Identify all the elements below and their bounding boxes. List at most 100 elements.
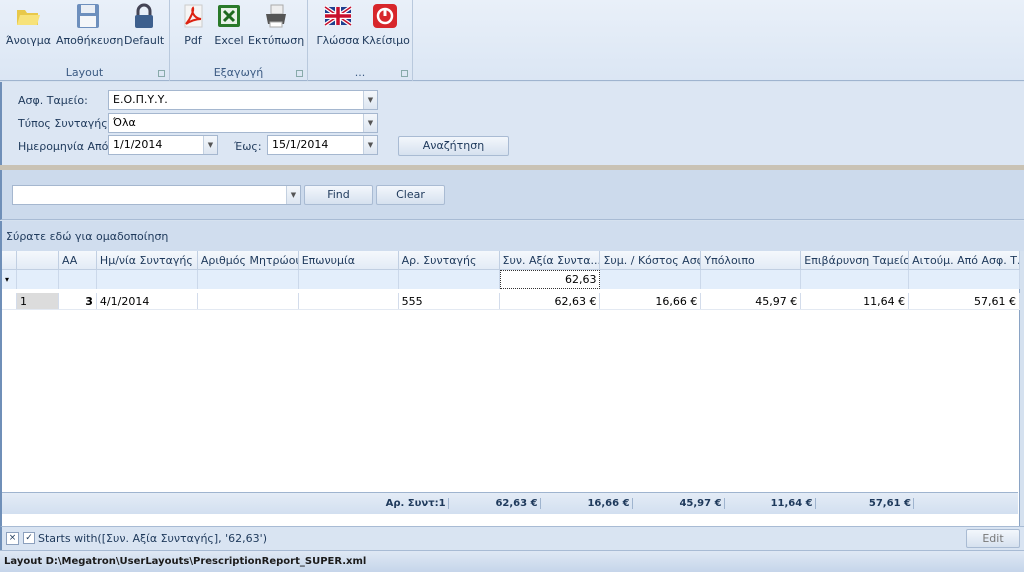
column-header[interactable]: Συμ. / Κόστος Ασφ.	[600, 251, 702, 270]
filter-text[interactable]: Starts with([Συν. Αξία Συνταγής], '62,63…	[38, 532, 267, 545]
filter-cell[interactable]	[398, 270, 500, 289]
column-header[interactable]: Ημ/νία Συνταγής	[96, 251, 198, 270]
footer-value: Αρ. Συντ:1	[386, 498, 449, 509]
footer-value: 45,97 €	[679, 498, 725, 509]
footer-count: Αρ. Συντ:1	[2, 493, 452, 514]
clear-button[interactable]: Clear	[376, 185, 445, 205]
row-indicator[interactable]	[2, 293, 17, 309]
search-button[interactable]: Αναζήτηση	[398, 136, 509, 156]
filter-cell[interactable]	[96, 270, 198, 289]
table-cell: 3	[59, 293, 97, 309]
excel-button[interactable]: Excel	[212, 2, 246, 47]
column-header[interactable]: Επιβάρυνση Ταμείου	[801, 251, 910, 270]
group-label: Εξαγωγή	[213, 66, 264, 79]
dialog-launcher-icon[interactable]	[158, 70, 165, 77]
filter-row-icon: ▾	[2, 270, 17, 289]
find-input[interactable]: ▼	[12, 185, 301, 205]
table-cell: 4/1/2014	[97, 293, 198, 309]
date-from-label: Ημερομηνία Από:	[18, 140, 113, 153]
close-button[interactable]: Κλείσιμο	[362, 2, 410, 47]
group-panel-text: Σύρατε εδώ για ομαδοποίηση	[6, 230, 169, 243]
ribbon: Άνοιγμα Αποθήκευση Default Layout Pdf Ex…	[0, 0, 1024, 81]
column-header[interactable]	[16, 251, 59, 270]
column-header[interactable]: Υπόλοιπο	[701, 251, 802, 270]
filter-cell[interactable]: 62,63	[499, 270, 601, 289]
default-button[interactable]: Default	[124, 2, 164, 47]
grid-header-row: AA Ημ/νία Συνταγής Αριθμός Μητρώου Επωνυμία…	[2, 251, 1021, 270]
pdf-button[interactable]: Pdf	[178, 2, 208, 47]
date-to-value: 15/1/2014	[272, 138, 329, 151]
ribbon-group-layout: Άνοιγμα Αποθήκευση Default Layout	[0, 0, 170, 81]
table-cell: 16,66 €	[600, 293, 702, 309]
column-header[interactable]: Συν. Αξία Συντα...	[499, 251, 601, 270]
filter-bar: × ✓ Starts with([Συν. Αξία Συνταγής], '6…	[0, 526, 1024, 562]
edit-filter-button[interactable]: Edit Filter	[966, 529, 1020, 562]
footer-value: 62,63 €	[495, 498, 541, 509]
ribbon-group-misc: Γλώσσα Κλείσιμο ...	[308, 0, 413, 81]
fund-label: Ασφ. Ταμείο:	[18, 94, 88, 107]
type-combo[interactable]: Όλα ▼	[108, 113, 378, 133]
footer-value: 16,66 €	[587, 498, 633, 509]
open-button[interactable]: Άνοιγμα	[6, 2, 51, 47]
close-filter-icon[interactable]: ×	[6, 532, 19, 545]
date-to-input[interactable]: 15/1/2014 ▼	[267, 135, 378, 155]
chevron-down-icon[interactable]: ▼	[363, 136, 377, 154]
chevron-down-icon[interactable]: ▼	[363, 114, 377, 132]
footer-total	[917, 493, 1018, 514]
table-cell: 57,61 €	[909, 293, 1021, 309]
footer-total: 16,66 €	[544, 493, 636, 514]
printer-icon	[266, 4, 286, 28]
column-header[interactable]: Αιτούμ. Από Ασφ. Τ...	[909, 251, 1021, 270]
date-from-input[interactable]: 1/1/2014 ▼	[108, 135, 218, 155]
filter-cell[interactable]	[701, 270, 802, 289]
auto-filter-row: ▾ 62,63	[2, 270, 1021, 289]
floppy-save-icon	[77, 4, 99, 28]
fund-value: Ε.Ο.Π.Υ.Υ.	[113, 93, 168, 106]
filter-cell[interactable]	[600, 270, 702, 289]
footer-total: 11,64 €	[728, 493, 819, 514]
find-panel: ▼ Find Clear	[0, 170, 1024, 220]
chevron-down-icon[interactable]: ▼	[203, 136, 217, 154]
group-by-panel[interactable]: Σύρατε εδώ για ομαδοποίηση	[0, 221, 1024, 251]
type-label: Τύπος Συνταγής:	[18, 117, 112, 130]
status-bar: Layout D:\Megatron\UserLayouts\Prescript…	[0, 550, 1024, 572]
ribbon-group-export: Pdf Excel Εκτύπωση Εξαγωγή	[170, 0, 308, 81]
date-from-value: 1/1/2014	[113, 138, 163, 151]
grid-footer: Αρ. Συντ:1 62,63 € 16,66 € 45,97 € 11,64 € 57…	[2, 492, 1018, 514]
header-indicator	[2, 251, 17, 270]
save-button[interactable]: Αποθήκευση	[56, 2, 123, 47]
filter-cell[interactable]	[298, 270, 399, 289]
pdf-icon	[184, 4, 203, 28]
filter-cell[interactable]	[909, 270, 1021, 289]
filter-enabled-checkbox[interactable]: ✓	[23, 532, 35, 544]
fund-combo[interactable]: Ε.Ο.Π.Υ.Υ. ▼	[108, 90, 378, 110]
table-cell: 45,97 €	[701, 293, 802, 309]
type-value: Όλα	[113, 116, 136, 129]
table-row[interactable]: 1 3 4/1/2014 555 62,63 €16,66 €45,97 €11,64 …	[2, 293, 1021, 310]
footer-total: 57,61 €	[819, 493, 917, 514]
print-button[interactable]: Εκτύπωση	[248, 2, 304, 47]
find-button[interactable]: Find	[304, 185, 373, 205]
uk-flag-icon	[324, 5, 352, 27]
folder-open-icon	[17, 10, 40, 25]
table-cell	[299, 293, 399, 309]
dialog-launcher-icon[interactable]	[296, 70, 303, 77]
column-header[interactable]: Αρ. Συνταγής	[398, 251, 500, 270]
excel-icon	[218, 5, 240, 27]
lock-icon	[135, 3, 153, 28]
column-header[interactable]: AA	[58, 251, 97, 270]
data-grid: AA Ημ/νία Συνταγής Αριθμός Μητρώου Επωνυμία…	[0, 251, 1021, 526]
filter-cell[interactable]	[58, 270, 97, 289]
column-header[interactable]: Αριθμός Μητρώου	[197, 251, 299, 270]
dialog-launcher-icon[interactable]	[401, 70, 408, 77]
group-label: Layout	[65, 66, 104, 79]
chevron-down-icon[interactable]: ▼	[363, 91, 377, 109]
filter-cell[interactable]	[16, 270, 59, 289]
table-cell	[198, 293, 299, 309]
filter-cell[interactable]	[197, 270, 299, 289]
column-header[interactable]: Επωνυμία	[298, 251, 399, 270]
table-cell: 555	[399, 293, 500, 309]
language-button[interactable]: Γλώσσα	[316, 2, 360, 47]
filter-cell[interactable]	[801, 270, 910, 289]
chevron-down-icon[interactable]: ▼	[286, 186, 300, 204]
